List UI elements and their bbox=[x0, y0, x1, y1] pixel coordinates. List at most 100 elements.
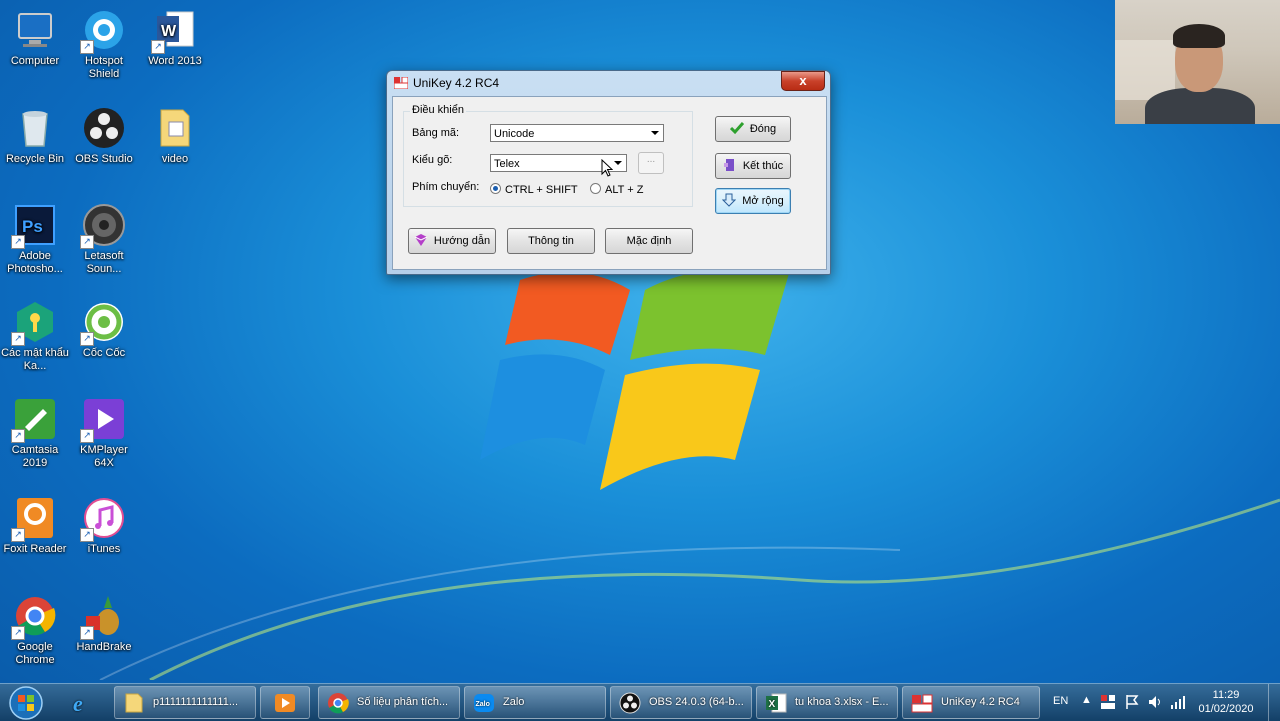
switch-radio-ctrl-shift[interactable]: CTRL + SHIFT bbox=[490, 183, 578, 196]
start-button[interactable] bbox=[4, 685, 48, 721]
desktop-icon-photoshop[interactable]: Ps ↗ Adobe Photosho... bbox=[0, 203, 70, 276]
webcam-overlay bbox=[1115, 0, 1280, 124]
coccoc-icon: ↗ bbox=[80, 300, 126, 346]
desktop-icon-label: Google Chrome bbox=[15, 641, 55, 666]
desktop-icon-label: video bbox=[161, 153, 189, 165]
taskbar-pin-ie[interactable]: e bbox=[60, 686, 106, 719]
chrome-icon: ↗ bbox=[11, 594, 57, 640]
clock-time: 11:29 bbox=[1212, 689, 1240, 701]
clock[interactable]: 11:29 01/02/2020 bbox=[1196, 688, 1256, 716]
window-title: UniKey 4.2 RC4 bbox=[413, 76, 500, 90]
svg-text:X: X bbox=[769, 699, 776, 710]
default-button[interactable]: Mặc định bbox=[605, 228, 693, 254]
desktop-icon-label: Word 2013 bbox=[148, 55, 202, 67]
input-method-label: Kiểu gõ: bbox=[412, 154, 453, 166]
clock-date: 01/02/2020 bbox=[1198, 703, 1254, 715]
switch-radio-alt-z[interactable]: ALT + Z bbox=[590, 183, 643, 196]
folder-icon bbox=[153, 106, 197, 150]
desktop-icon-camtasia[interactable]: ↗ Camtasia 2019 bbox=[0, 397, 70, 470]
shortcut-arrow-icon: ↗ bbox=[11, 429, 25, 443]
obs-icon bbox=[82, 106, 126, 150]
unikey-window[interactable]: UniKey 4.2 RC4 x Điều khiển Bảng mã: Uni… bbox=[386, 70, 831, 275]
desktop-icon-label: KMPlayer 64X bbox=[80, 444, 128, 469]
desktop-icon-foxit[interactable]: ↗ Foxit Reader bbox=[0, 496, 70, 556]
computer-icon bbox=[13, 8, 57, 52]
desktop-icon-label: Letasoft Soun... bbox=[84, 250, 124, 275]
shortcut-arrow-icon: ↗ bbox=[11, 528, 25, 542]
input-method-value: Telex bbox=[494, 158, 520, 170]
desktop-icon-kmplayer[interactable]: ↗ KMPlayer 64X bbox=[69, 397, 139, 470]
charset-label: Bảng mã: bbox=[412, 127, 460, 139]
charset-select[interactable]: Unicode bbox=[490, 124, 664, 142]
radio-unchecked-icon bbox=[590, 183, 601, 194]
action-center-flag-icon[interactable] bbox=[1124, 694, 1140, 710]
windows-wallpaper-logo bbox=[480, 267, 790, 490]
show-desktop-button[interactable] bbox=[1268, 684, 1280, 721]
desktop-icon-handbrake[interactable]: ↗ HandBrake bbox=[69, 594, 139, 654]
kaspersky-icon: ↗ bbox=[11, 300, 57, 346]
info-button[interactable]: Thông tin bbox=[507, 228, 595, 254]
svg-text:Ps: Ps bbox=[22, 217, 43, 236]
desktop-icon-word[interactable]: W ↗ Word 2013 bbox=[140, 8, 210, 68]
camtasia-icon: ↗ bbox=[11, 397, 57, 443]
svg-text:e: e bbox=[73, 692, 83, 714]
close-dialog-button[interactable]: Đóng bbox=[715, 116, 791, 142]
word-icon: W ↗ bbox=[151, 8, 197, 54]
group-legend: Điều khiển bbox=[410, 104, 466, 116]
taskbar-item-obs[interactable]: OBS 24.0.3 (64-b... bbox=[610, 686, 752, 719]
volume-icon[interactable] bbox=[1147, 694, 1163, 710]
chevron-down-icon bbox=[647, 125, 663, 141]
unikey-tray-icon[interactable] bbox=[1100, 694, 1116, 710]
charset-value: Unicode bbox=[494, 128, 535, 140]
close-button[interactable]: x bbox=[781, 71, 825, 91]
taskbar-item-zalo[interactable]: Zalo Zalo bbox=[464, 686, 606, 719]
taskbar-item-excel[interactable]: X tu khoa 3.xlsx - E... bbox=[756, 686, 898, 719]
shortcut-arrow-icon: ↗ bbox=[80, 626, 94, 640]
taskbar-item-unikey[interactable]: UniKey 4.2 RC4 bbox=[902, 686, 1040, 719]
desktop-icon-label: iTunes bbox=[87, 543, 121, 555]
radio-checked-icon bbox=[490, 183, 501, 194]
desktop-icon-obs[interactable]: OBS Studio bbox=[69, 106, 139, 166]
shortcut-arrow-icon: ↗ bbox=[11, 235, 25, 249]
taskbar-item-folder[interactable]: p1111111111111... bbox=[114, 686, 256, 719]
exit-button[interactable]: Kết thúc bbox=[715, 153, 791, 179]
desktop-icon-recycle-bin[interactable]: Recycle Bin bbox=[0, 106, 70, 166]
shortcut-arrow-icon: ↗ bbox=[11, 626, 25, 640]
tray-expand-icon[interactable]: ▲ bbox=[1081, 694, 1092, 706]
shortcut-arrow-icon: ↗ bbox=[80, 429, 94, 443]
book-icon bbox=[414, 234, 428, 246]
shortcut-arrow-icon: ↗ bbox=[80, 40, 94, 54]
kmplayer-icon: ↗ bbox=[80, 397, 126, 443]
taskbar-item-media-player[interactable] bbox=[260, 686, 310, 719]
desktop-icon-letasoft[interactable]: ↗ Letasoft Soun... bbox=[69, 203, 139, 276]
desktop-icon-label: Adobe Photosho... bbox=[7, 250, 63, 275]
desktop-icon-chrome[interactable]: ↗ Google Chrome bbox=[0, 594, 70, 667]
handbrake-icon: ↗ bbox=[80, 594, 126, 640]
svg-text:Zalo: Zalo bbox=[476, 701, 490, 708]
desktop-icon-kaspersky[interactable]: ↗ Các mật khẩu Ka... bbox=[0, 300, 70, 373]
desktop-icon-label: Recycle Bin bbox=[5, 153, 65, 165]
media-player-icon bbox=[275, 694, 295, 712]
desktop-icon-hotspot-shield[interactable]: ↗ Hotspot Shield bbox=[69, 8, 139, 81]
expand-button[interactable]: Mở rộng bbox=[715, 188, 791, 214]
arrow-down-icon bbox=[722, 193, 737, 207]
desktop-icon-label: Cốc Cốc bbox=[82, 347, 126, 359]
obs-icon bbox=[619, 692, 641, 714]
desktop-icon-computer[interactable]: Computer bbox=[0, 8, 70, 68]
desktop-icon-itunes[interactable]: ↗ iTunes bbox=[69, 496, 139, 556]
help-button[interactable]: Hướng dẫn bbox=[408, 228, 496, 254]
language-indicator[interactable]: EN bbox=[1053, 695, 1068, 707]
checkmark-icon bbox=[729, 122, 744, 135]
desktop-icon-label: Các mật khẩu Ka... bbox=[1, 347, 69, 372]
input-method-more-button[interactable]: ... bbox=[638, 152, 664, 174]
desktop-icon-label: Foxit Reader bbox=[3, 543, 67, 555]
shortcut-arrow-icon: ↗ bbox=[80, 332, 94, 346]
taskbar-item-chrome[interactable]: Số liệu phân tích... bbox=[318, 686, 460, 719]
window-client-area: Điều khiển Bảng mã: Unicode Kiểu gõ: Tel… bbox=[392, 96, 827, 270]
desktop-icon-video-folder[interactable]: video bbox=[140, 106, 210, 166]
desktop-icon-coccoc[interactable]: ↗ Cốc Cốc bbox=[69, 300, 139, 360]
desktop-icon-label: OBS Studio bbox=[75, 153, 133, 165]
network-signal-icon[interactable] bbox=[1170, 694, 1186, 710]
unikey-icon bbox=[394, 77, 408, 89]
taskbar: e p1111111111111... Số liệu phân tích...… bbox=[0, 683, 1280, 721]
